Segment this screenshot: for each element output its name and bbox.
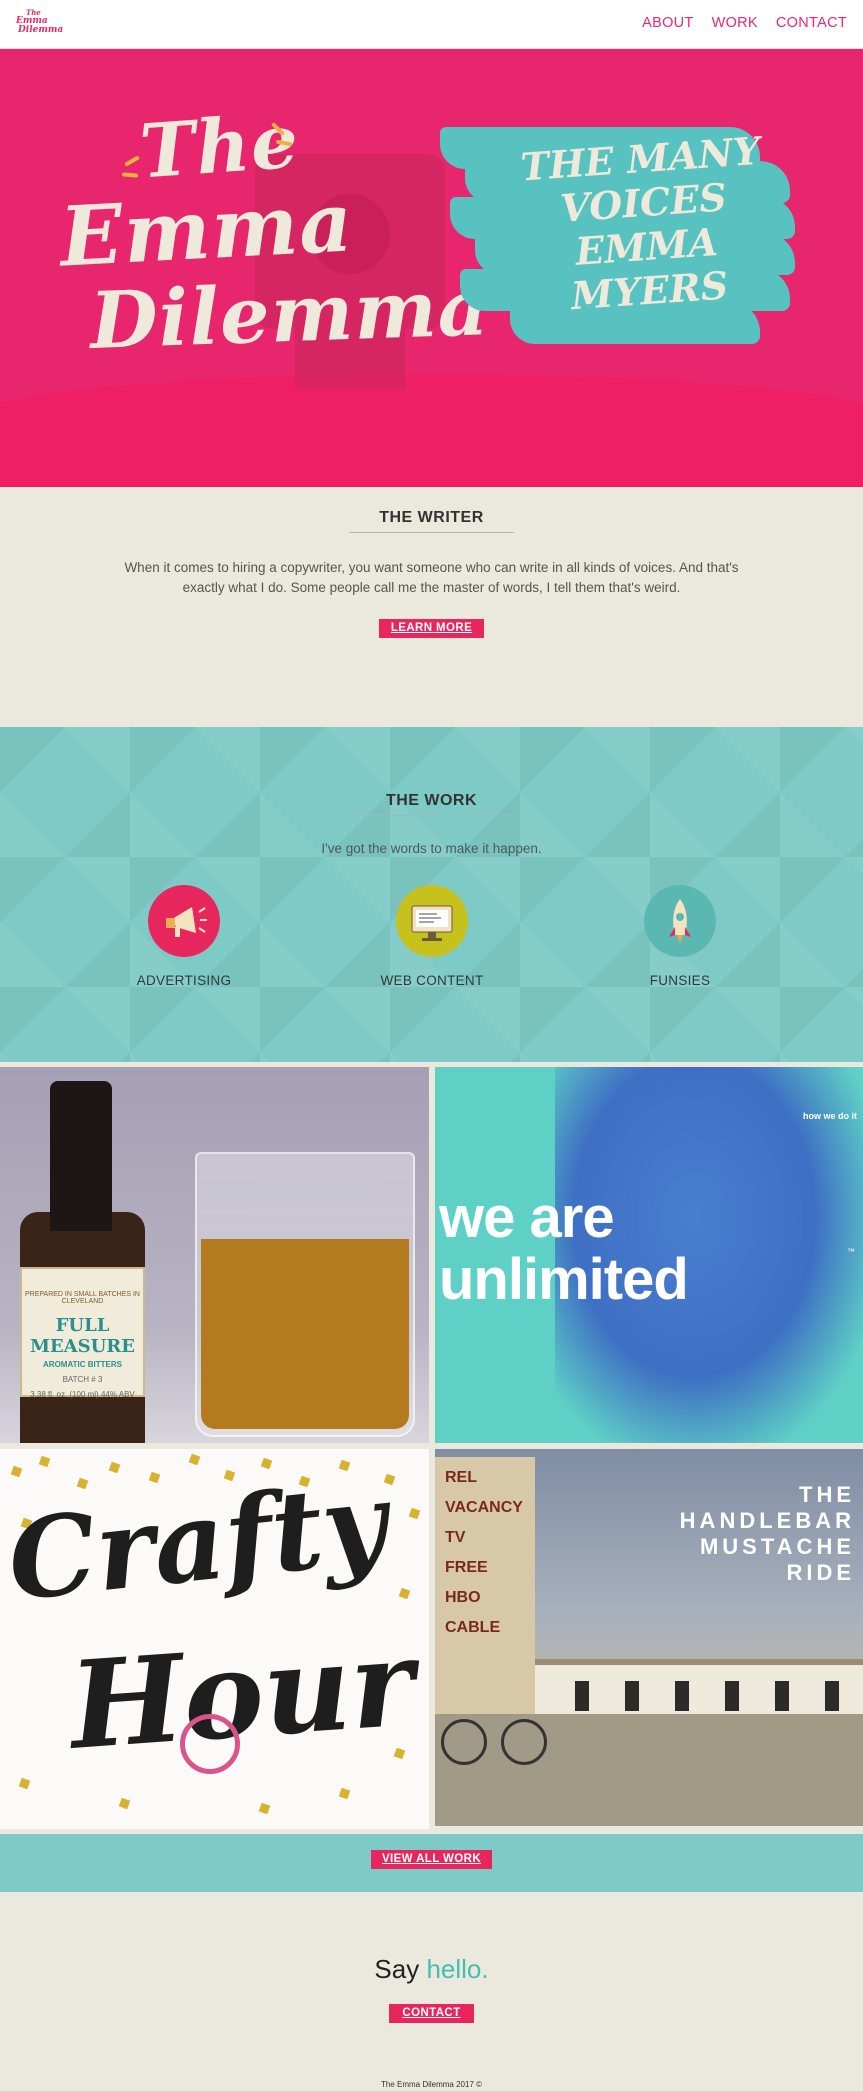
section-title: THE WRITER [379,509,484,526]
unlimited-headline: we are [439,1185,615,1250]
title-divider [349,815,514,816]
contact-section: Say hello. CONTACT The Emma Dilemma 2017… [0,1892,863,2091]
sign-text: REL [445,1469,477,1486]
hero-banner: The Emma Dilemma THE MANY VOICES EMMA MY… [0,49,863,487]
hero-title: The Emma Dilemma [58,99,491,404]
sign-text: VACANCY [445,1499,523,1516]
work-section: THE WORK I've got the words to make it h… [0,727,863,1062]
category-label: FUNSIES [649,973,711,988]
page: The Emma Dilemma ABOUT WORK CONTACT The … [0,0,863,2091]
portfolio-tile-handlebar-mustache-ride[interactable]: REL VACANCY TV FREE HBO CABLE THE HANDLE… [435,1449,863,1826]
trademark-mark: ™ [847,1247,855,1256]
hero-tagline: THE MANY VOICES EMMA MYERS [514,128,776,321]
say-hello-heading: Say hello. [0,1954,863,1985]
whiskey-glass [195,1152,415,1437]
nav-work[interactable]: WORK [712,15,758,31]
handlebar-line: HANDLEBAR [679,1508,855,1533]
category-web-content[interactable]: WEB CONTENT [357,885,507,988]
bitters-bottle-cap [50,1081,112,1231]
logo-line: Dilemma [18,25,64,35]
bitters-small-print: PREPARED IN SMALL BATCHES IN CLEVELAND [24,1291,140,1305]
unlimited-headline: unlimited [439,1247,689,1312]
bitters-batch: BATCH # 3 [62,1375,103,1384]
view-all-work-button[interactable]: VIEW ALL WORK [371,1850,492,1869]
unlimited-small-text: how we do it [803,1111,857,1121]
learn-more-button[interactable]: LEARN MORE [379,619,484,638]
bitters-volume: 3.38 fl. oz. (100 ml) 44% ABV [30,1390,135,1399]
nav-contact[interactable]: CONTACT [776,15,847,31]
site-header: The Emma Dilemma ABOUT WORK CONTACT [0,0,863,49]
hello-word: hello [426,1954,482,1984]
sign-text: FREE [445,1559,488,1576]
category-funsies[interactable]: FUNSIES [605,885,755,988]
main-nav: ABOUT WORK CONTACT [642,15,847,31]
whiskey [201,1239,409,1429]
category-label: WEB CONTENT [380,973,484,988]
work-subtitle: I've got the words to make it happen. [321,841,542,856]
hero-title-line: Dilemma [88,262,491,367]
sign-text: CABLE [445,1619,501,1636]
wine-stain [180,1714,240,1774]
handlebar-line: THE [799,1482,855,1507]
hello-dot: . [481,1954,489,1984]
section-title: THE WORK [385,792,478,809]
sign-text: HBO [445,1589,481,1606]
writer-description: When it comes to hiring a copywriter, yo… [124,560,739,595]
handlebar-title: THE HANDLEBAR MUSTACHE RIDE [680,1482,855,1586]
bicycle [439,1699,551,1765]
sign-text: TV [445,1529,466,1546]
bitters-product: AROMATIC BITTERS [43,1360,122,1369]
nav-about[interactable]: ABOUT [642,15,693,31]
title-divider [349,532,514,533]
portfolio-tile-we-are-unlimited[interactable]: how we do it we are unlimited ™ [435,1067,863,1443]
category-label: ADVERTISING [136,973,232,988]
monitor-icon[interactable] [396,885,468,957]
category-advertising[interactable]: ADVERTISING [109,885,259,988]
bitters-label: PREPARED IN SMALL BATCHES IN CLEVELAND F… [20,1267,145,1399]
portfolio-tile-full-measure[interactable]: PREPARED IN SMALL BATCHES IN CLEVELAND F… [0,1067,429,1443]
motel-building [535,1659,863,1714]
handlebar-line: RIDE [786,1560,855,1585]
say-word: Say [374,1954,420,1984]
bitters-brand: FULL MEASURE [30,1315,135,1357]
site-logo[interactable]: The Emma Dilemma [14,8,64,40]
contact-button[interactable]: CONTACT [389,2004,474,2023]
view-all-bar: VIEW ALL WORK [0,1834,863,1892]
hour-word: Hour [65,1612,419,1777]
megaphone-icon[interactable] [148,885,220,957]
portfolio-tile-crafty-hour[interactable]: Crafty Hour [0,1449,429,1829]
crafty-word: Crafty [2,1457,393,1626]
writer-section: THE WRITER When it comes to hiring a cop… [0,487,863,727]
footer-copyright: The Emma Dilemma 2017 © [380,2080,483,2089]
rocket-icon[interactable] [644,885,716,957]
handlebar-line: MUSTACHE [699,1534,855,1559]
